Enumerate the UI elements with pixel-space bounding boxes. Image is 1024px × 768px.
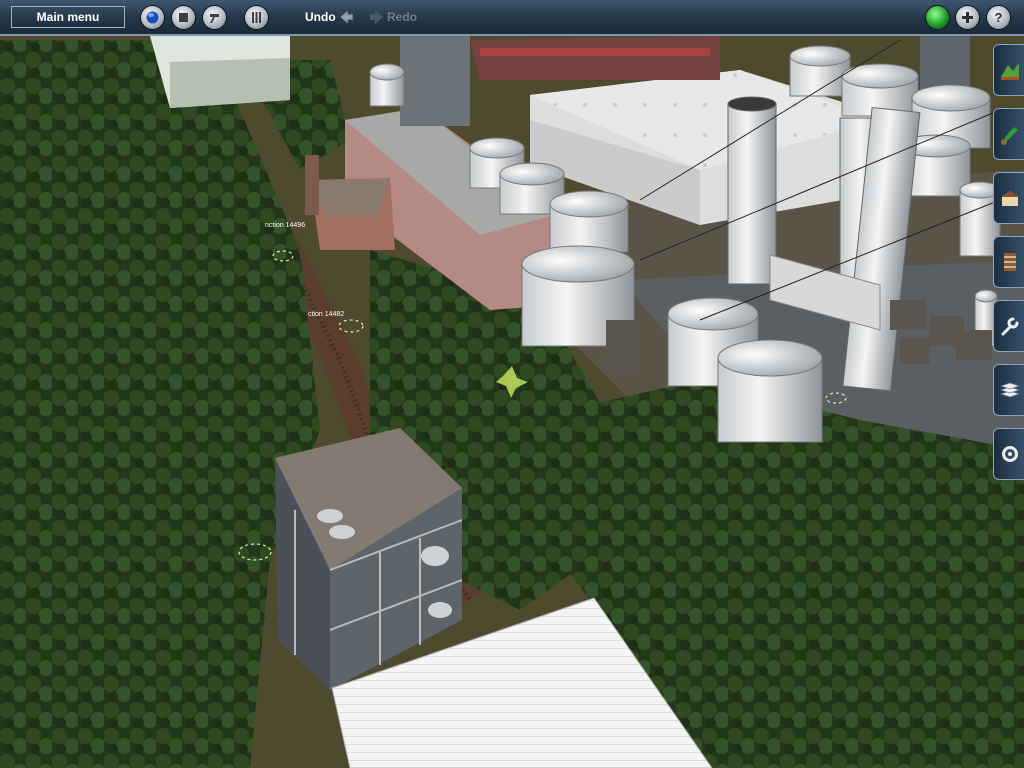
top-toolbar: Main menu Undo Redo ? (0, 0, 1024, 36)
terrain-icon (1001, 63, 1019, 80)
settings-icon (1002, 446, 1018, 462)
grid-icon[interactable] (245, 6, 268, 29)
paint-icon (1001, 127, 1018, 145)
scene-label-junction-2: ction 14482 (308, 311, 345, 318)
track-tab[interactable] (993, 236, 1024, 288)
world-viewport[interactable]: nction 14496 ction 14482 (0, 0, 1024, 768)
tools-icon (1001, 317, 1019, 336)
objects-icon (1002, 191, 1018, 206)
help-icon[interactable]: ? (987, 6, 1010, 29)
track-icon (1004, 253, 1016, 271)
layers-icon (999, 382, 1021, 398)
scene-render (0, 0, 1024, 768)
globe-icon[interactable] (141, 6, 164, 29)
svg-text:?: ? (995, 10, 1003, 25)
tag-icon[interactable] (203, 6, 226, 29)
redo-arrow-icon (370, 10, 383, 24)
green-status-icon[interactable] (926, 6, 949, 29)
tools-tab[interactable] (993, 300, 1024, 352)
stop-icon[interactable] (172, 6, 195, 29)
plus-icon[interactable] (956, 6, 979, 29)
objects-tab[interactable] (993, 172, 1024, 224)
settings-tab[interactable] (993, 428, 1024, 480)
scene-label-junction-1: nction 14496 (265, 222, 306, 229)
undo-arrow-icon[interactable] (338, 9, 354, 25)
undo-button[interactable]: Undo (305, 10, 336, 24)
redo-button: Redo (387, 10, 417, 24)
paint-tab[interactable] (993, 108, 1024, 160)
main-menu-button[interactable]: Main menu (11, 6, 125, 28)
layers-tab[interactable] (993, 364, 1024, 416)
terrain-tab[interactable] (993, 44, 1024, 96)
